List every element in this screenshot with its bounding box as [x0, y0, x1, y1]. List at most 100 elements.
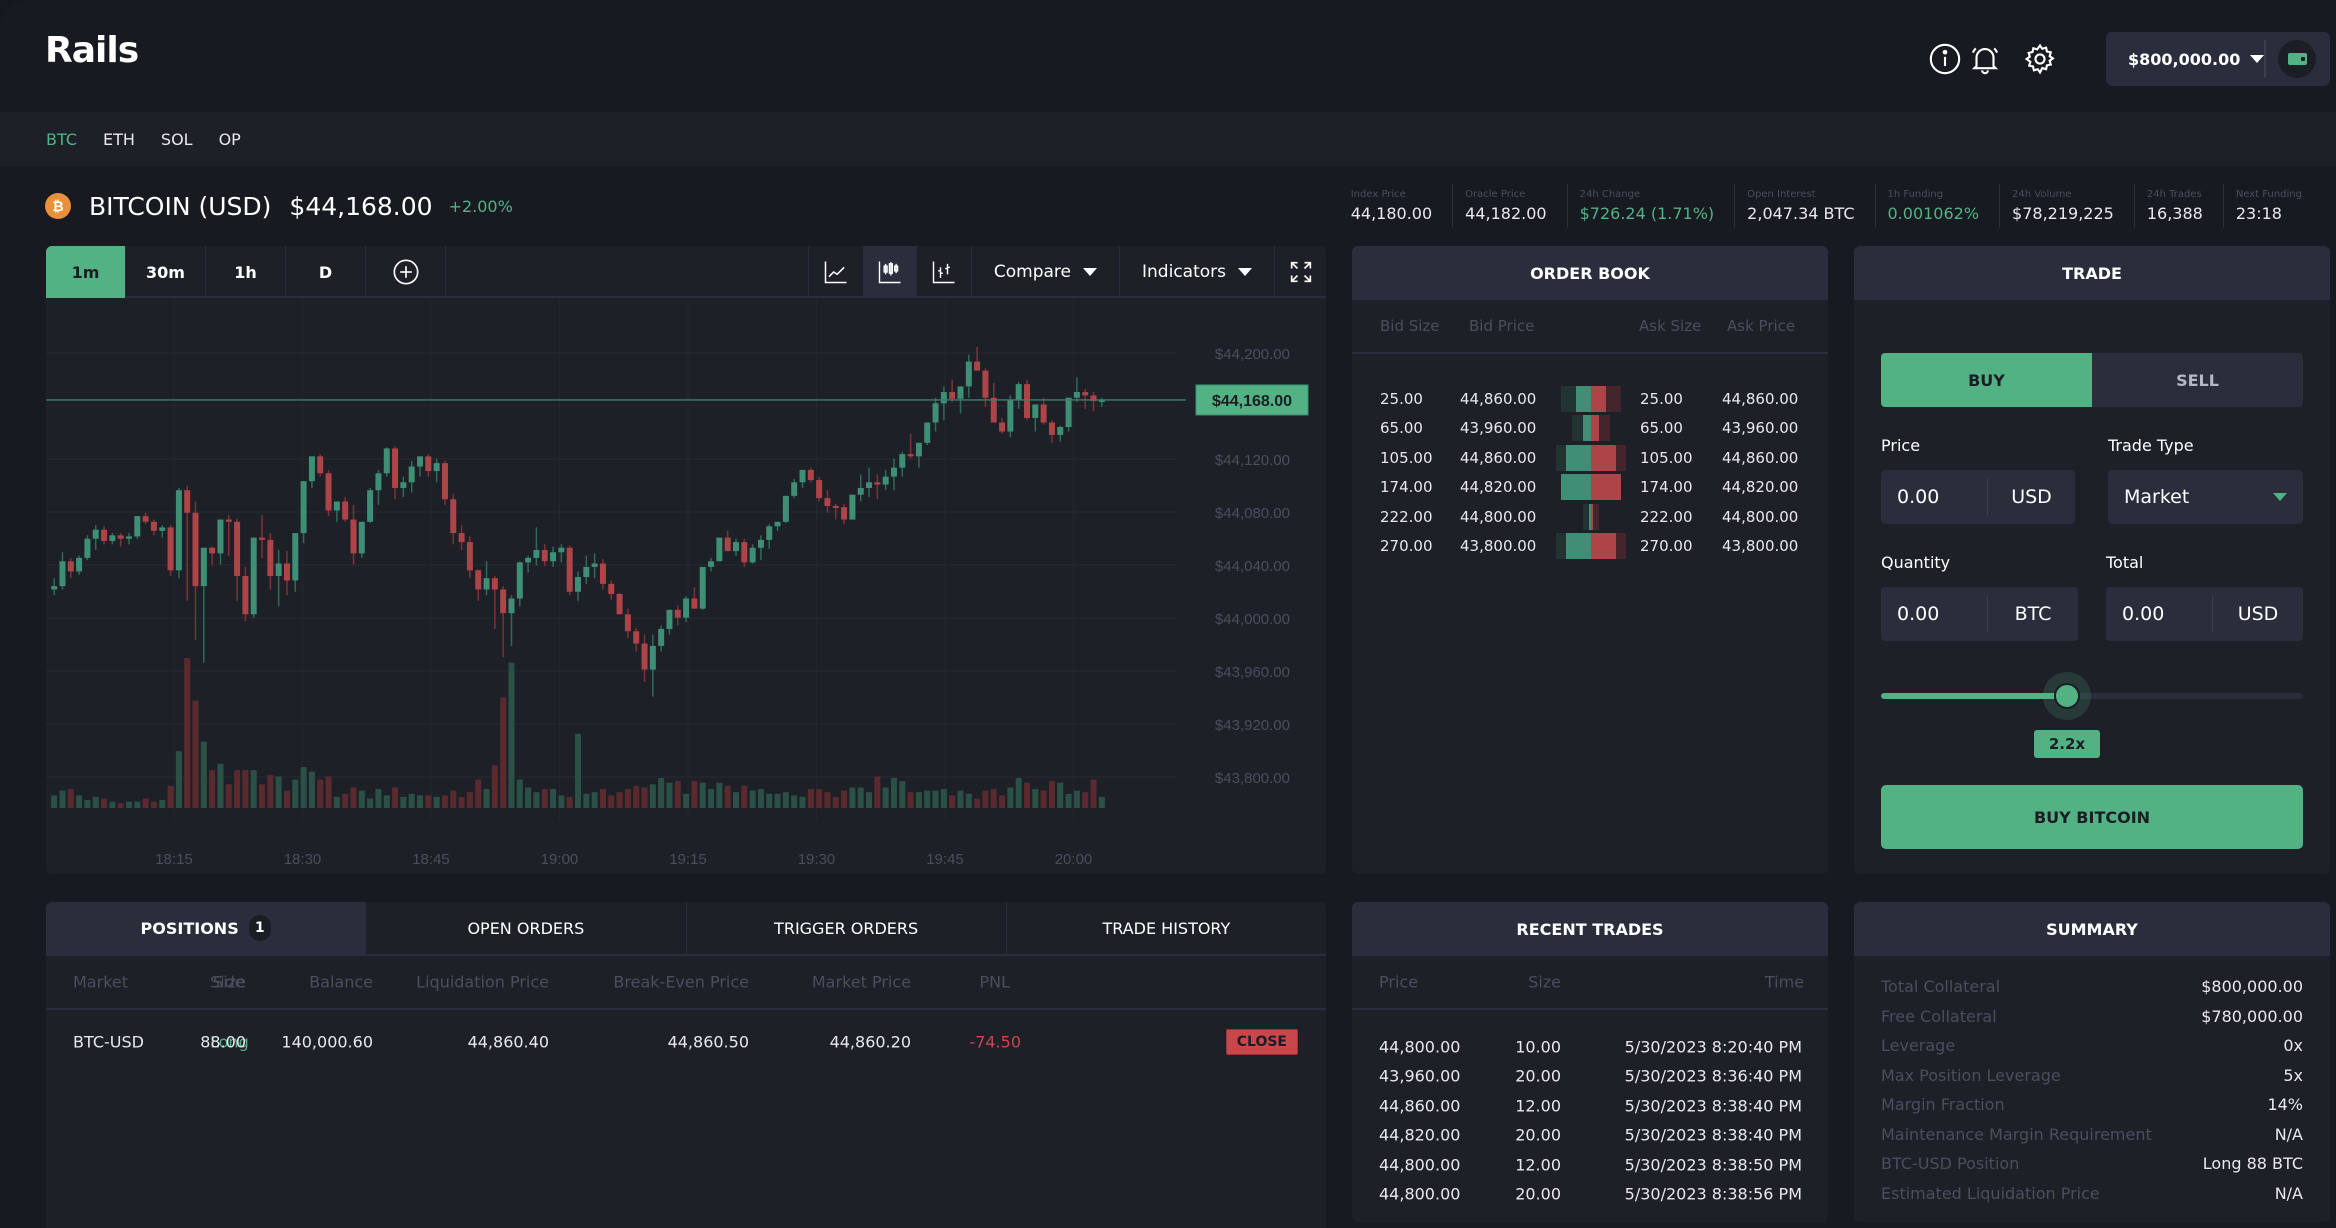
- order-book-row[interactable]: 25.00 44,860.00 25.00 44,860.00: [1352, 384, 1828, 414]
- wallet-balance-dropdown[interactable]: $800,000.00: [2106, 32, 2330, 86]
- timeframe-1h[interactable]: 1h: [206, 246, 286, 298]
- close-position-button[interactable]: CLOSE: [1225, 1029, 1298, 1055]
- market-tab-eth[interactable]: ETH: [103, 130, 135, 149]
- candle-body: [774, 521, 781, 527]
- volume-bar: [1073, 790, 1080, 808]
- positions-panel: POSITIONS 1 OPEN ORDERS TRIGGER ORDERS T…: [46, 902, 1326, 1228]
- volume-bar: [575, 733, 581, 808]
- x-tick-label: 19:30: [798, 851, 836, 868]
- candle-body: [441, 463, 448, 500]
- candle-body: [225, 519, 232, 522]
- buy-bitcoin-button[interactable]: BUY BITCOIN: [1881, 785, 2303, 849]
- volume-bar: [267, 774, 274, 808]
- ask-price: 43,960.00: [1722, 419, 1799, 438]
- volume-bar: [732, 792, 739, 808]
- volume-bar: [915, 792, 922, 808]
- candle-body: [807, 469, 814, 481]
- order-book-row[interactable]: 105.00 44,860.00 105.00 44,860.00: [1352, 443, 1828, 473]
- candle-body: [408, 466, 415, 483]
- ohlc-bar-icon: [932, 261, 955, 284]
- wallet-balance[interactable]: $800,000.00: [2128, 50, 2265, 69]
- leverage-slider[interactable]: [1881, 672, 2303, 720]
- candle-body: [641, 643, 648, 670]
- sell-tab[interactable]: SELL: [2092, 353, 2303, 407]
- bid-price: 44,820.00: [1460, 478, 1537, 497]
- total-input[interactable]: [2122, 603, 2212, 625]
- ask-fill-bar: [1591, 474, 1621, 501]
- trade-price: 44,800.00: [1379, 1037, 1461, 1057]
- buy-tab[interactable]: BUY: [1881, 353, 2092, 407]
- market-tab-sol[interactable]: SOL: [161, 130, 193, 149]
- candle-body: [1048, 422, 1055, 435]
- volume-bar: [716, 782, 723, 808]
- recent-trades-title: RECENT TRADES: [1352, 902, 1828, 956]
- candle-body: [708, 561, 715, 567]
- order-book-row[interactable]: 65.00 43,960.00 65.00 43,960.00: [1352, 414, 1828, 444]
- tab-positions[interactable]: POSITIONS 1: [46, 902, 367, 954]
- price-input[interactable]: [1897, 486, 1987, 508]
- col-ask-price: Ask Price: [1727, 317, 1796, 335]
- candle-body: [234, 521, 241, 576]
- volume-bar: [616, 792, 623, 808]
- compare-dropdown[interactable]: Compare: [970, 246, 1119, 298]
- order-book-row[interactable]: 174.00 44,820.00 174.00 44,820.00: [1352, 473, 1828, 503]
- volume-bar: [608, 795, 615, 808]
- candle-body: [649, 645, 656, 670]
- market-tab-op[interactable]: OP: [219, 130, 241, 149]
- volume-bar: [749, 790, 756, 808]
- timeframe-1m[interactable]: 1m: [46, 246, 126, 298]
- bid-size: 65.00: [1380, 419, 1423, 438]
- fullscreen-button[interactable]: [1274, 246, 1326, 298]
- timeframe-d[interactable]: D: [286, 246, 366, 298]
- trade-type-select[interactable]: Market: [2108, 470, 2303, 524]
- candle-body: [841, 507, 848, 520]
- stat-label: Next Funding: [2235, 189, 2302, 200]
- gear-icon[interactable]: [2023, 42, 2057, 76]
- bar-chart-button[interactable]: [917, 246, 971, 298]
- candle-body: [899, 454, 906, 468]
- order-book-row[interactable]: 222.00 44,800.00 222.00 44,800.00: [1352, 502, 1828, 532]
- volume-bar: [84, 800, 91, 808]
- quantity-field[interactable]: BTC: [1881, 587, 2078, 641]
- candle-body: [250, 537, 257, 615]
- timeframe-30m[interactable]: 30m: [126, 246, 206, 298]
- candle-body: [1082, 392, 1089, 396]
- volume-bar: [965, 793, 972, 808]
- bell-icon[interactable]: [1968, 42, 2002, 76]
- price-field[interactable]: USD: [1881, 470, 2075, 524]
- candle-body: [558, 547, 565, 553]
- bid-price: 44,860.00: [1460, 389, 1537, 408]
- candle-body: [125, 536, 132, 539]
- leverage-slider-thumb[interactable]: [2054, 683, 2080, 709]
- tab-open-orders[interactable]: OPEN ORDERS: [366, 902, 687, 954]
- candle-body: [101, 529, 108, 541]
- col-size: Size: [1528, 972, 1561, 992]
- market-tab-btc[interactable]: BTC: [46, 130, 77, 149]
- bitcoin-icon: ₿: [45, 193, 71, 219]
- candlestick-chart-button[interactable]: [862, 246, 917, 298]
- total-field[interactable]: USD: [2106, 587, 2303, 641]
- indicators-dropdown[interactable]: Indicators: [1119, 246, 1274, 298]
- line-chart-button[interactable]: [809, 246, 863, 298]
- volume-bar: [974, 798, 981, 808]
- add-timeframe-button[interactable]: [366, 246, 446, 298]
- volume-bar: [999, 795, 1006, 808]
- volume-bar: [283, 790, 290, 808]
- trade-time: 5/30/2023 8:38:50 PM: [1624, 1155, 1802, 1175]
- tab-trigger-orders[interactable]: TRIGGER ORDERS: [687, 902, 1007, 954]
- volume-bar: [1024, 782, 1031, 808]
- info-icon[interactable]: [1928, 42, 1962, 76]
- candlestick-chart[interactable]: $44,200.00$44,160.00$44,120.00$44,080.00…: [46, 300, 1326, 874]
- recent-trade-row: 44,800.00 20.00 5/30/2023 8:38:56 PM: [1352, 1180, 1828, 1210]
- candle-body: [508, 598, 515, 614]
- tab-trade-history[interactable]: TRADE HISTORY: [1007, 902, 1326, 954]
- app-logo[interactable]: Rails: [45, 30, 139, 71]
- recent-trades-header: Price Size Time: [1352, 956, 1828, 1010]
- stat-value: $726.24 (1.71%): [1579, 204, 1715, 223]
- quantity-input[interactable]: [1897, 603, 1987, 625]
- order-book-row[interactable]: 270.00 43,800.00 270.00 43,800.00: [1352, 532, 1828, 562]
- trade-time: 5/30/2023 8:20:40 PM: [1624, 1037, 1802, 1057]
- wallet-button[interactable]: [2278, 40, 2316, 78]
- order-book-panel: ORDER BOOK Bid Size Bid Price Ask Size A…: [1352, 246, 1828, 874]
- asset-name: BITCOIN (USD): [89, 191, 272, 221]
